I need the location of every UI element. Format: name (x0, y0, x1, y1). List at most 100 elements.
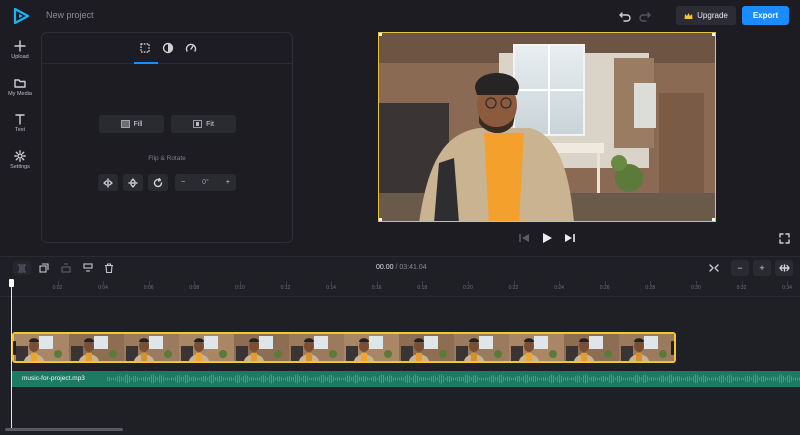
ruler-tick-label: 0:24 (554, 285, 564, 291)
video-clip-track[interactable] (12, 332, 676, 363)
fullscreen-icon[interactable] (779, 233, 790, 244)
trim-end-icon (83, 263, 93, 272)
audio-track-name: music-for-project.mp3 (22, 375, 85, 382)
sidebar-item-text[interactable]: Text (0, 113, 40, 143)
ruler-tick-label: 0:30 (691, 285, 701, 291)
folder-icon (14, 79, 26, 88)
resize-handle[interactable] (379, 218, 382, 221)
playhead[interactable] (11, 284, 12, 429)
current-time: 00.00 (376, 264, 394, 271)
resize-handle[interactable] (712, 218, 715, 221)
clip-thumbnail (289, 334, 344, 361)
total-time: 03:41.04 (399, 264, 427, 271)
tab-adjust[interactable] (162, 42, 174, 54)
fit-icon (193, 120, 203, 128)
zoom-in-button[interactable]: + (753, 260, 771, 276)
undo-icon[interactable] (618, 9, 632, 23)
upgrade-button[interactable]: Upgrade (676, 6, 736, 25)
redo-icon[interactable] (638, 9, 652, 23)
ruler-tick-label: 0:26 (599, 285, 610, 291)
fill-button[interactable]: Fill (99, 115, 164, 133)
ruler-tick-label: 0:28 (645, 285, 656, 291)
clip-thumbnail (14, 334, 69, 361)
clip-thumbnail (619, 334, 674, 361)
expand-timeline-button[interactable] (775, 260, 793, 276)
fit-button[interactable]: Fit (171, 115, 236, 133)
flip-vertical-button[interactable] (123, 174, 143, 191)
sidebar-item-label: Text (14, 127, 26, 133)
skip-forward-icon[interactable] (564, 232, 576, 244)
clip-thumbnails (14, 334, 674, 361)
play-icon[interactable] (541, 232, 553, 244)
timeline-ruler[interactable]: 0:02 0:04 0:06 0:08 0:10 0:12 0:14 0:16 0:18 0:20… (0, 281, 800, 297)
ruler-tick-label: 0:20 (463, 285, 473, 291)
clip-trim-handle-right[interactable] (671, 341, 674, 355)
rotate-icon (153, 177, 163, 187)
text-icon (15, 114, 25, 125)
sidebar-item-upload[interactable]: Upload (0, 40, 40, 70)
audio-waveform (107, 374, 800, 384)
clip-thumbnail (564, 334, 619, 361)
angle-stepper[interactable]: − 0° + (175, 174, 236, 191)
flip-rotate-label: Flip & Rotate (148, 155, 186, 162)
trim-end-button[interactable] (79, 261, 97, 275)
upgrade-label: Upgrade (697, 11, 728, 20)
crown-icon (684, 12, 693, 19)
video-frame-image (379, 33, 715, 221)
sidebar-item-settings[interactable]: Settings (0, 150, 40, 180)
fill-icon (120, 120, 130, 128)
flip-vertical-icon (128, 177, 138, 188)
trim-start-button[interactable] (57, 261, 75, 275)
project-title[interactable]: New project (46, 10, 94, 20)
export-button[interactable]: Export (742, 6, 789, 25)
playhead-handle[interactable] (9, 279, 14, 287)
clip-trim-handle-left[interactable] (13, 341, 16, 355)
duplicate-button[interactable] (35, 261, 53, 275)
trim-icon (61, 263, 71, 273)
flip-horizontal-icon (103, 177, 113, 188)
split-button[interactable] (13, 261, 31, 275)
sidebar-item-my-media[interactable]: My Media (0, 77, 40, 107)
tab-crop[interactable] (139, 42, 151, 54)
delete-button[interactable] (100, 261, 118, 275)
properties-panel: Fill Fit Flip & Rotate − 0° + (41, 32, 293, 243)
trash-icon (105, 263, 113, 273)
sidebar-item-label: Upload (11, 54, 29, 60)
ruler-tick-label: 0:04 (98, 285, 108, 291)
split-icon (18, 263, 26, 273)
sidebar-item-label: Settings (10, 164, 30, 170)
collapse-icon (709, 264, 719, 272)
zoom-out-button[interactable]: − (731, 260, 749, 276)
tab-speed[interactable] (185, 42, 197, 54)
app-logo-icon[interactable] (12, 7, 30, 25)
sidebar-item-label: My Media (8, 91, 32, 97)
plus-icon (14, 40, 26, 52)
decrease-angle-button[interactable]: − (181, 179, 185, 186)
audio-track[interactable]: music-for-project.mp3 (12, 371, 800, 387)
top-bar: New project Upgrade Export (0, 0, 800, 32)
ruler-tick-label: 0:34 (782, 285, 792, 291)
time-separator: / (395, 264, 398, 271)
ruler-tick-label: 0:02 (52, 285, 63, 291)
panel-tabs (42, 33, 292, 64)
skip-back-icon[interactable] (518, 232, 530, 244)
resize-handle[interactable] (379, 33, 382, 36)
clip-thumbnail (399, 334, 454, 361)
rotate-button[interactable] (148, 174, 168, 191)
duplicate-icon (39, 263, 49, 273)
expand-icon (778, 264, 790, 272)
angle-value[interactable]: 0° (202, 179, 209, 186)
ruler-tick-label: 0:18 (417, 285, 428, 291)
video-preview[interactable] (378, 32, 716, 222)
timeline-scrollbar[interactable] (5, 428, 123, 431)
flip-horizontal-button[interactable] (98, 174, 118, 191)
increase-angle-button[interactable]: + (226, 179, 230, 186)
ruler-tick-label: 0:10 (235, 285, 245, 291)
active-tab-indicator (134, 62, 158, 64)
resize-handle[interactable] (712, 33, 715, 36)
fit-timeline-button[interactable] (705, 261, 723, 275)
ruler-tick-label: 0:06 (143, 285, 154, 291)
fill-label: Fill (133, 120, 143, 128)
ruler-tick-label: 0:12 (280, 285, 291, 291)
clip-thumbnail (179, 334, 234, 361)
